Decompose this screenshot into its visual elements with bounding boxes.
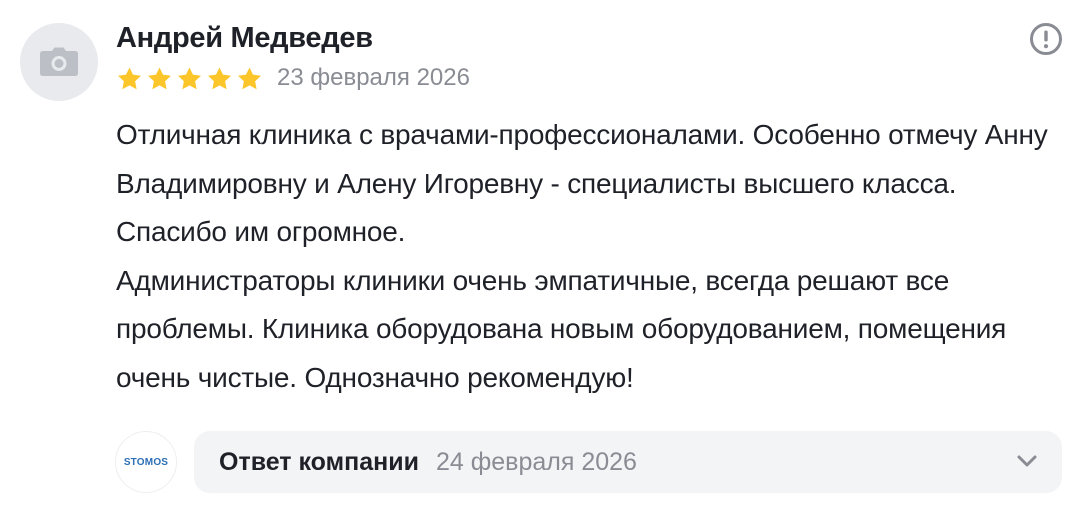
chevron-down-icon xyxy=(1017,455,1037,467)
author-avatar[interactable] xyxy=(20,23,98,101)
star-rating xyxy=(116,65,263,92)
rating-row: 23 февраля 2026 xyxy=(116,63,470,93)
company-reply-toggle[interactable]: Ответ компании 24 февраля 2026 xyxy=(194,431,1062,493)
star-icon xyxy=(178,66,201,89)
company-logo[interactable]: STOMOS xyxy=(115,431,177,493)
star-icon xyxy=(238,66,261,89)
star-icon xyxy=(118,66,141,89)
review-paragraph: Отличная клиника с врачами-профессионала… xyxy=(116,119,1048,247)
author-name[interactable]: Андрей Медведев xyxy=(116,22,373,55)
star-icon xyxy=(148,66,171,89)
company-reply-date: 24 февраля 2026 xyxy=(435,447,637,476)
camera-icon xyxy=(40,47,78,76)
company-reply-label: Ответ компании xyxy=(219,447,419,476)
star-icon xyxy=(208,66,231,89)
review-text: Отличная клиника с врачами-профессионала… xyxy=(116,111,1056,402)
review-paragraph: Администраторы клиники очень эмпатичные,… xyxy=(116,264,1007,393)
exclamation-circle-icon xyxy=(1030,23,1062,55)
report-button[interactable] xyxy=(1029,22,1063,56)
company-logo-text: STOMOS xyxy=(123,456,169,468)
review-date: 23 февраля 2026 xyxy=(277,64,470,91)
